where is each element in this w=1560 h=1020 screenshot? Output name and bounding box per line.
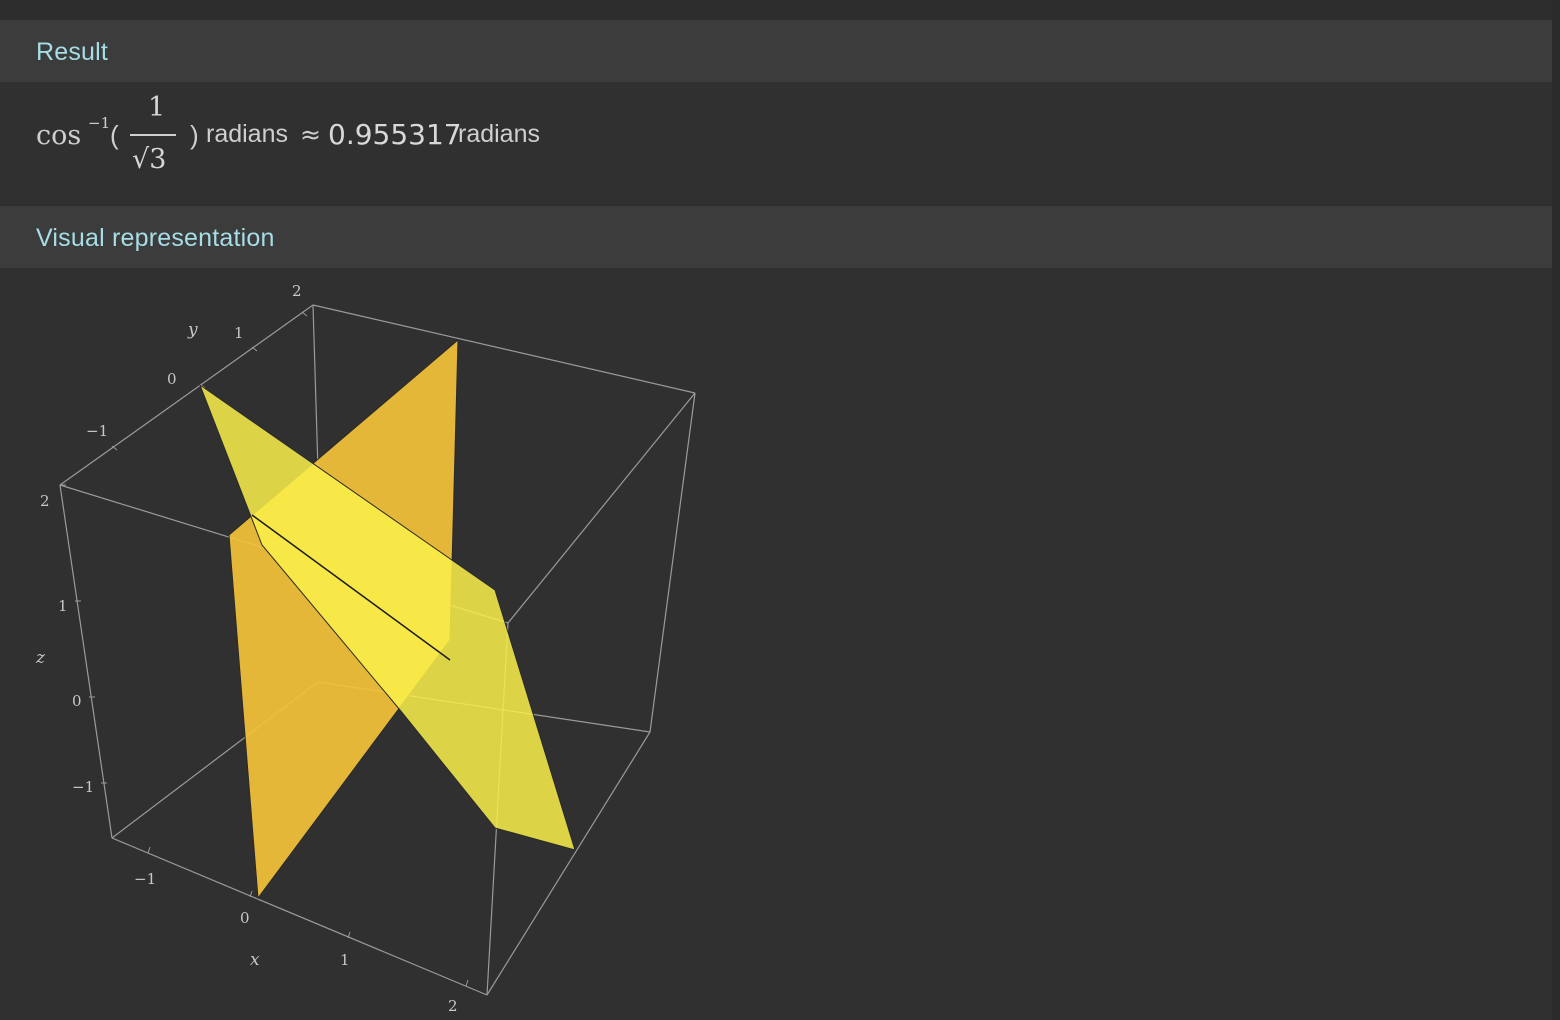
formula-left-paren: (: [110, 120, 119, 150]
box-edge: [111, 837, 488, 996]
box-edge: [507, 392, 696, 624]
formula-denominator: √3: [132, 144, 167, 175]
y-tick-0: 0: [167, 370, 177, 388]
result-pod-header: Result: [0, 20, 1552, 82]
top-bar: [0, 0, 1560, 20]
formula-numerator: 1: [148, 92, 166, 123]
y-tick-1: 1: [234, 324, 244, 342]
formula-superscript: −1: [88, 114, 111, 132]
x-tick-2: 2: [448, 997, 458, 1015]
z-tick-0: 0: [72, 692, 82, 710]
x-tick-neg1: −1: [134, 870, 156, 888]
visual-title: Visual representation: [36, 224, 275, 252]
x-axis-label: x: [250, 950, 260, 970]
visual-pod-header: Visual representation: [0, 206, 1552, 268]
formula-right-paren: ): [190, 120, 199, 150]
tick-mark: [465, 979, 469, 987]
tick-mark: [147, 846, 151, 854]
plane-intersection-plot[interactable]: 2 1 0 −1 −1 0 1 2 −1 0 1 2 z x y: [0, 268, 760, 1020]
approx-symbol: ≈: [300, 120, 321, 149]
formula-func: cos: [36, 120, 82, 151]
y-tick-2: 2: [292, 282, 302, 300]
tick-mark: [251, 346, 258, 352]
z-tick-2: 2: [40, 492, 50, 510]
result-value-unit: radians: [458, 120, 540, 148]
scrollbar-gutter: [1552, 0, 1560, 1020]
x-tick-1: 1: [340, 951, 350, 969]
x-tick-0: 0: [240, 909, 250, 927]
y-axis-label: y: [187, 320, 198, 340]
z-tick-neg1: −1: [72, 778, 94, 796]
result-pod-body: cos −1 ( 1 √3 ) radians ≈ 0.955317 radia…: [0, 82, 1552, 204]
tick-mark: [301, 311, 308, 317]
z-tick-1: 1: [58, 597, 68, 615]
fraction-bar: [130, 134, 176, 136]
formula-unit: radians: [206, 120, 288, 148]
box-edge: [312, 304, 696, 394]
z-axis-label: z: [35, 648, 46, 668]
result-value: 0.955317: [328, 118, 462, 151]
y-tick-neg1: −1: [86, 422, 108, 440]
box-edge: [312, 304, 319, 471]
box-edge: [649, 392, 696, 733]
result-title: Result: [36, 38, 109, 66]
